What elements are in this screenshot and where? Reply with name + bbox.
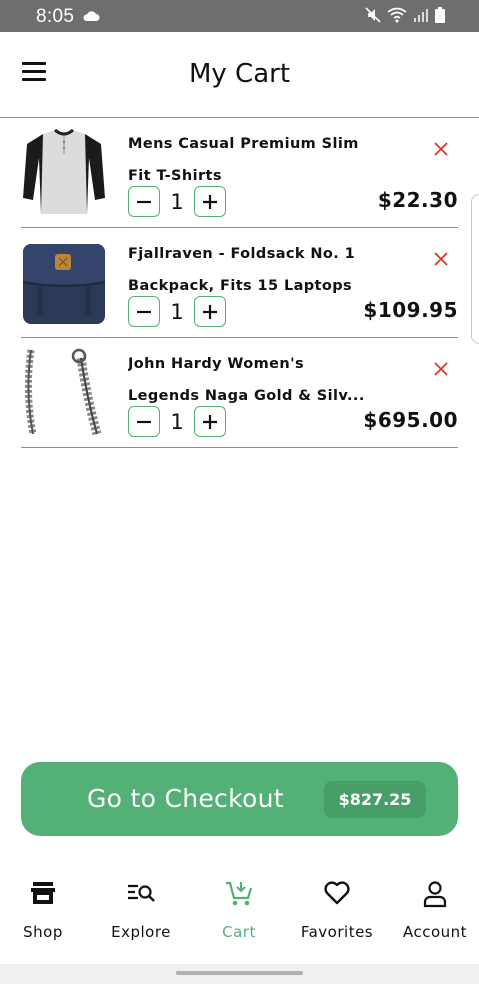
- wifi-icon: [387, 7, 407, 28]
- bottom-navigation: Shop Explore Cart Favorites Account: [0, 864, 479, 964]
- app-header: My Cart: [0, 32, 479, 118]
- nav-label: Shop: [23, 923, 63, 941]
- status-icons: [365, 7, 445, 28]
- remove-item-icon[interactable]: [432, 140, 450, 158]
- nav-label: Explore: [111, 923, 171, 941]
- cart-item: Mens Casual Premium Slim Fit T-Shirts 1 …: [21, 118, 458, 228]
- gesture-area: [0, 964, 479, 984]
- increase-quantity-button[interactable]: [194, 186, 226, 217]
- nav-label: Cart: [222, 923, 256, 941]
- cart-icon: [191, 880, 287, 908]
- home-gesture-bar[interactable]: [176, 971, 303, 975]
- cart-item: John Hardy Women's Legends Naga Gold & S…: [21, 338, 458, 448]
- item-price: $22.30: [377, 188, 458, 212]
- decrease-quantity-button[interactable]: [128, 296, 160, 327]
- nav-item-cart[interactable]: Cart: [191, 864, 287, 964]
- status-bar: 8:05: [0, 0, 479, 32]
- battery-icon: [435, 7, 445, 28]
- quantity-stepper: 1: [128, 406, 226, 437]
- signal-icon: [413, 8, 429, 27]
- mute-icon: [365, 7, 381, 28]
- backpack-image[interactable]: [21, 238, 107, 326]
- quantity-stepper: 1: [128, 296, 226, 327]
- tshirt-image[interactable]: [21, 128, 107, 216]
- status-time: 8:05: [36, 6, 75, 27]
- cart-list: Mens Casual Premium Slim Fit T-Shirts 1 …: [21, 118, 458, 448]
- page-title: My Cart: [188, 59, 291, 89]
- quantity-value: 1: [170, 189, 184, 214]
- explore-search-icon: [93, 880, 189, 906]
- item-price: $695.00: [363, 408, 458, 432]
- quantity-value: 1: [170, 409, 184, 434]
- nav-item-favorites[interactable]: Favorites: [289, 864, 385, 964]
- nav-item-explore[interactable]: Explore: [93, 864, 189, 964]
- item-title: John Hardy Women's Legends Naga Gold & S…: [128, 356, 365, 404]
- increase-quantity-button[interactable]: [194, 406, 226, 437]
- quantity-value: 1: [170, 299, 184, 324]
- cloud-icon: [82, 9, 100, 27]
- person-icon: [387, 880, 479, 908]
- nav-label: Favorites: [300, 923, 374, 941]
- cart-item: Fjallraven - Foldsack No. 1 Backpack, Fi…: [21, 228, 458, 338]
- checkout-total-badge: $827.25: [324, 781, 426, 818]
- item-price: $109.95: [363, 298, 458, 322]
- checkout-button[interactable]: Go to Checkout $827.25: [21, 762, 458, 836]
- quantity-stepper: 1: [128, 186, 226, 217]
- heart-icon: [289, 880, 385, 906]
- scroll-indicator[interactable]: [471, 194, 479, 344]
- item-title: Mens Casual Premium Slim Fit T-Shirts: [128, 136, 359, 184]
- bracelet-image[interactable]: [21, 348, 107, 436]
- remove-item-icon[interactable]: [432, 250, 450, 268]
- item-title: Fjallraven - Foldsack No. 1 Backpack, Fi…: [128, 246, 356, 294]
- store-icon: [0, 880, 91, 906]
- nav-item-shop[interactable]: Shop: [0, 864, 91, 964]
- checkout-label: Go to Checkout: [87, 784, 284, 813]
- nav-label: Account: [402, 923, 468, 941]
- increase-quantity-button[interactable]: [194, 296, 226, 327]
- remove-item-icon[interactable]: [432, 360, 450, 378]
- decrease-quantity-button[interactable]: [128, 186, 160, 217]
- nav-item-account[interactable]: Account: [387, 864, 479, 964]
- decrease-quantity-button[interactable]: [128, 406, 160, 437]
